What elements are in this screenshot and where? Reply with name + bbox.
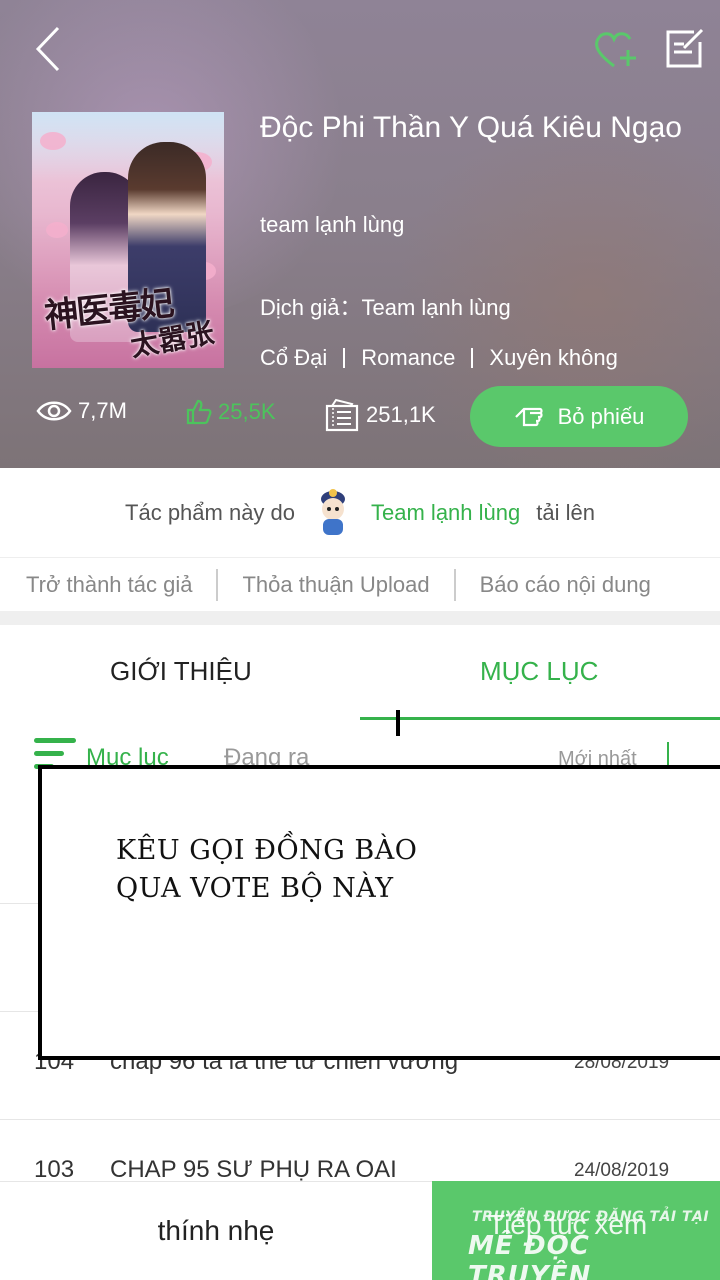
genre-list: Cổ Đại Romance Xuyên không — [260, 345, 618, 371]
heart-plus-icon[interactable] — [592, 28, 640, 72]
report-content-link[interactable]: Báo cáo nội dung — [456, 572, 675, 598]
genre-divider — [471, 348, 474, 368]
continue-reading-button[interactable]: Tiếp tục xem TRUYỆN ĐƯỢC ĐĂNG TẢI TẠI MÊ… — [432, 1181, 720, 1280]
watermark-big: MÊ ĐỌC TRUYỆN — [468, 1231, 592, 1280]
section-divider — [0, 611, 720, 625]
chapter-title: CHAP 95 SƯ PHỤ RA OAI — [110, 1156, 397, 1183]
action-links: Trở thành tác giả Thỏa thuận Upload Báo … — [0, 559, 720, 611]
thumb-up-icon — [186, 399, 212, 425]
tab-table-of-contents[interactable]: MỤC LỤC — [480, 656, 598, 687]
note-line: KÊU GỌI ĐỒNG BÀO — [116, 835, 418, 866]
book-translator: Dịch giả：Team lạnh lùng — [260, 295, 511, 320]
genre-tag[interactable]: Romance — [361, 345, 455, 371]
book-cover-image[interactable]: 神医毒妃 太嚣张 — [32, 112, 224, 368]
views-stat: 7,7M — [36, 398, 127, 424]
uploader-avatar[interactable] — [313, 488, 353, 537]
vote-button[interactable]: Bỏ phiếu — [470, 386, 688, 447]
chapter-number: 103 — [34, 1156, 75, 1183]
views-count: 7,7M — [78, 398, 127, 423]
eye-icon — [36, 401, 72, 421]
uploader-team-link[interactable]: Team lạnh lùng — [371, 500, 520, 526]
vote-hand-icon — [514, 407, 543, 426]
text-cursor-mark — [396, 710, 400, 736]
cover-petal — [40, 132, 66, 150]
upload-agreement-link[interactable]: Thỏa thuận Upload — [218, 572, 453, 598]
likes-count: 25,5K — [218, 399, 276, 424]
tickets-stat: 251,1K — [324, 398, 436, 432]
become-author-link[interactable]: Trở thành tác giả — [0, 572, 216, 598]
tab-introduction[interactable]: GIỚI THIỆU — [110, 656, 252, 687]
book-team: team lạnh lùng — [260, 212, 405, 237]
uploader-prefix: Tác phẩm này do — [125, 499, 296, 525]
bottom-left-label: thính nhẹ — [157, 1215, 275, 1246]
uploader-suffix: tải lên — [536, 499, 595, 525]
cover-petal — [46, 222, 68, 238]
bottom-left-button[interactable]: thính nhẹ — [0, 1181, 432, 1280]
genre-divider — [343, 348, 346, 368]
vote-appeal-note: KÊU GỌI ĐỒNG BÀO QUA VOTE BỘ NÀY — [38, 765, 720, 1060]
genre-tag[interactable]: Cổ Đại — [260, 345, 327, 371]
chapter-date: 24/08/2019 — [574, 1160, 670, 1181]
edit-icon[interactable] — [664, 28, 706, 70]
book-title: Độc Phi Thần Y Quá Kiêu Ngạo — [260, 111, 682, 144]
book-header: 神医毒妃 太嚣张 Độc Phi Thần Y Quá Kiêu Ngạo te… — [0, 0, 720, 468]
active-tab-indicator — [360, 717, 720, 720]
tickets-count: 251,1K — [366, 402, 436, 427]
note-line: QUA VOTE BỘ NÀY — [116, 873, 394, 904]
back-arrow-icon[interactable] — [30, 22, 70, 76]
bottom-action-bar: thính nhẹ Tiếp tục xem TRUYỆN ĐƯỢC ĐĂNG … — [0, 1181, 720, 1280]
uploader-line: Tác phẩm này do Team lạnh lùng tải lên — [0, 468, 720, 558]
likes-stat: 25,5K — [184, 398, 276, 426]
watermark-small: TRUYỆN ĐƯỢC ĐĂNG TẢI TẠI — [472, 1209, 710, 1225]
genre-tag[interactable]: Xuyên không — [489, 345, 617, 371]
vote-button-label: Bỏ phiếu — [557, 403, 645, 429]
ticket-icon — [325, 398, 359, 432]
